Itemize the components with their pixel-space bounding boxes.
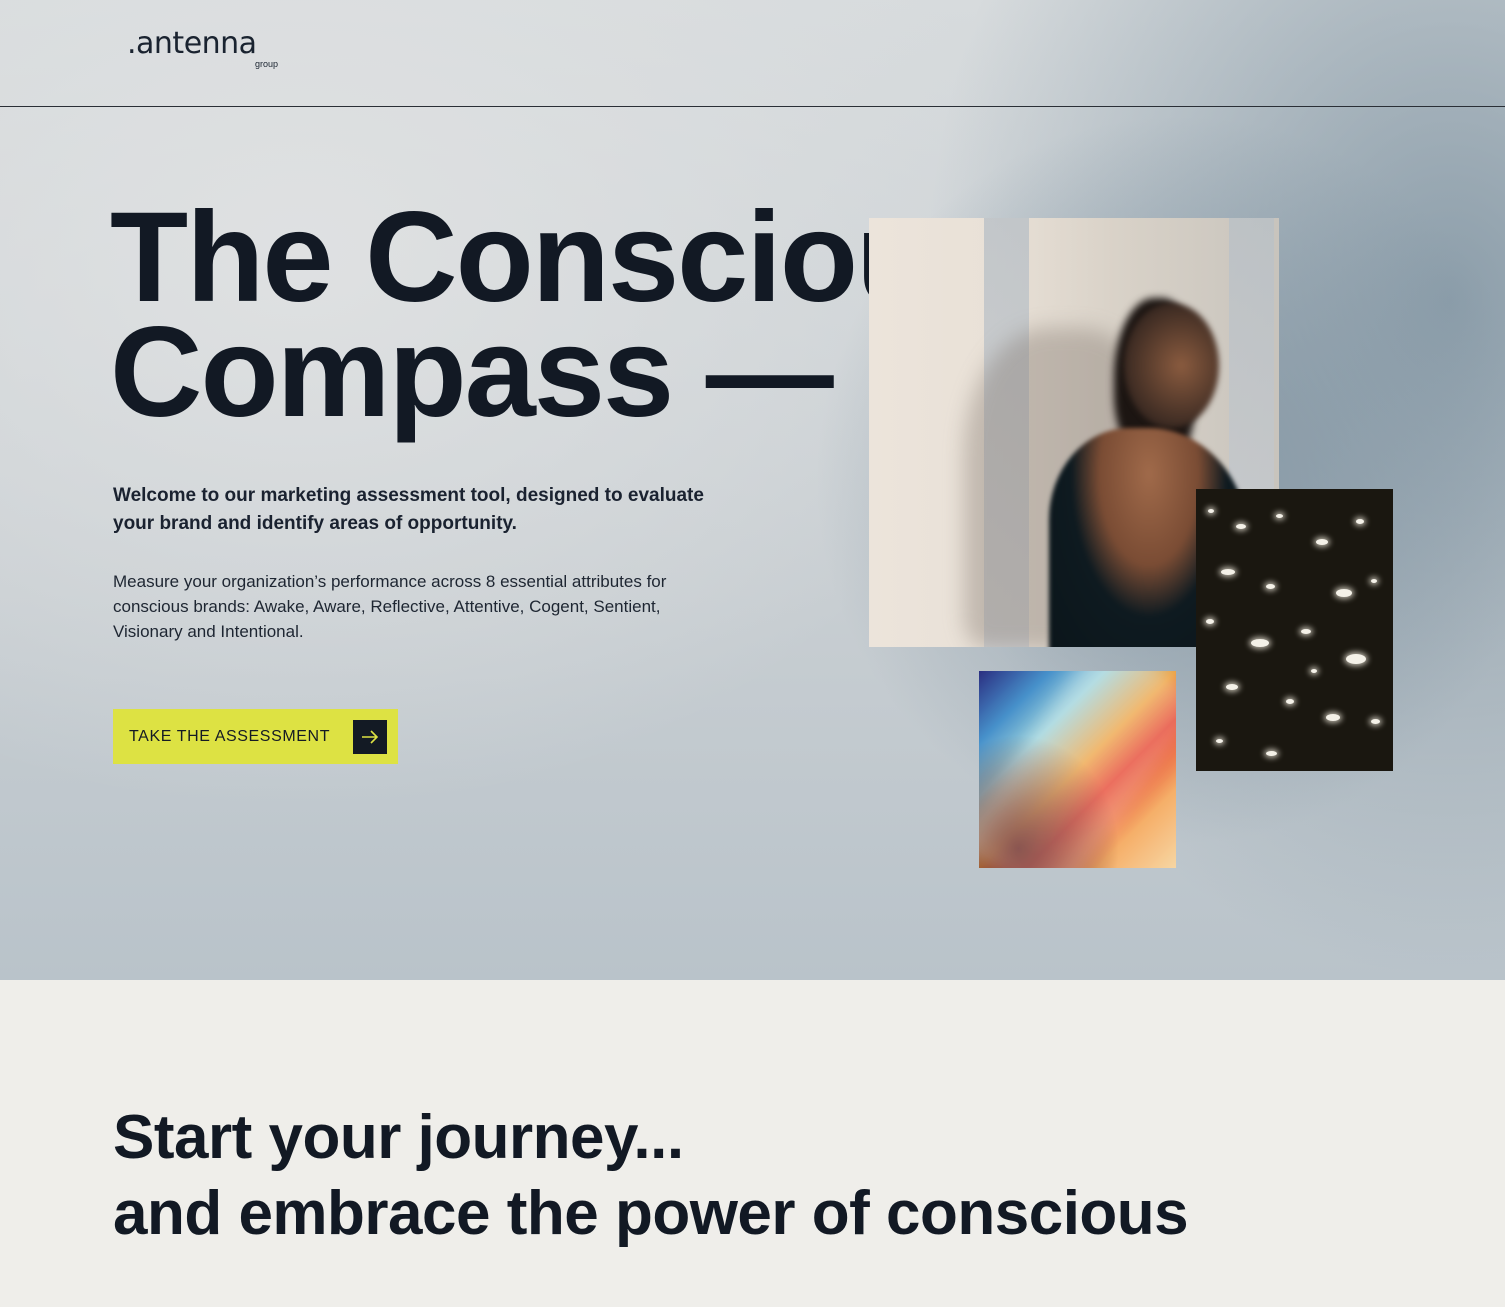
journey-line-2: and embrace the power of conscious <box>113 1179 1189 1248</box>
description-text: Measure your organization’s performance … <box>113 572 667 641</box>
intro-text: Welcome to our marketing assessment tool… <box>113 485 704 534</box>
take-assessment-button[interactable]: TAKE THE ASSESSMENT <box>113 709 398 764</box>
sparkling-water-photo <box>1196 489 1393 771</box>
journey-line-1: Start your journey... <box>113 1103 684 1172</box>
logo-subtitle: group <box>254 59 278 69</box>
antenna-logo[interactable]: .antenna group <box>127 28 287 74</box>
rainbow-light-photo <box>979 671 1176 868</box>
cta-label: TAKE THE ASSESSMENT <box>129 727 331 745</box>
journey-heading: Start your journey... and embrace the po… <box>113 1100 1413 1252</box>
logo-wordmark: .antenna <box>127 26 257 61</box>
site-header: .antenna group <box>0 0 1505 107</box>
hero-section: .antenna group The Conscious Compass — W… <box>0 0 1505 980</box>
arrow-right-icon <box>353 720 387 754</box>
